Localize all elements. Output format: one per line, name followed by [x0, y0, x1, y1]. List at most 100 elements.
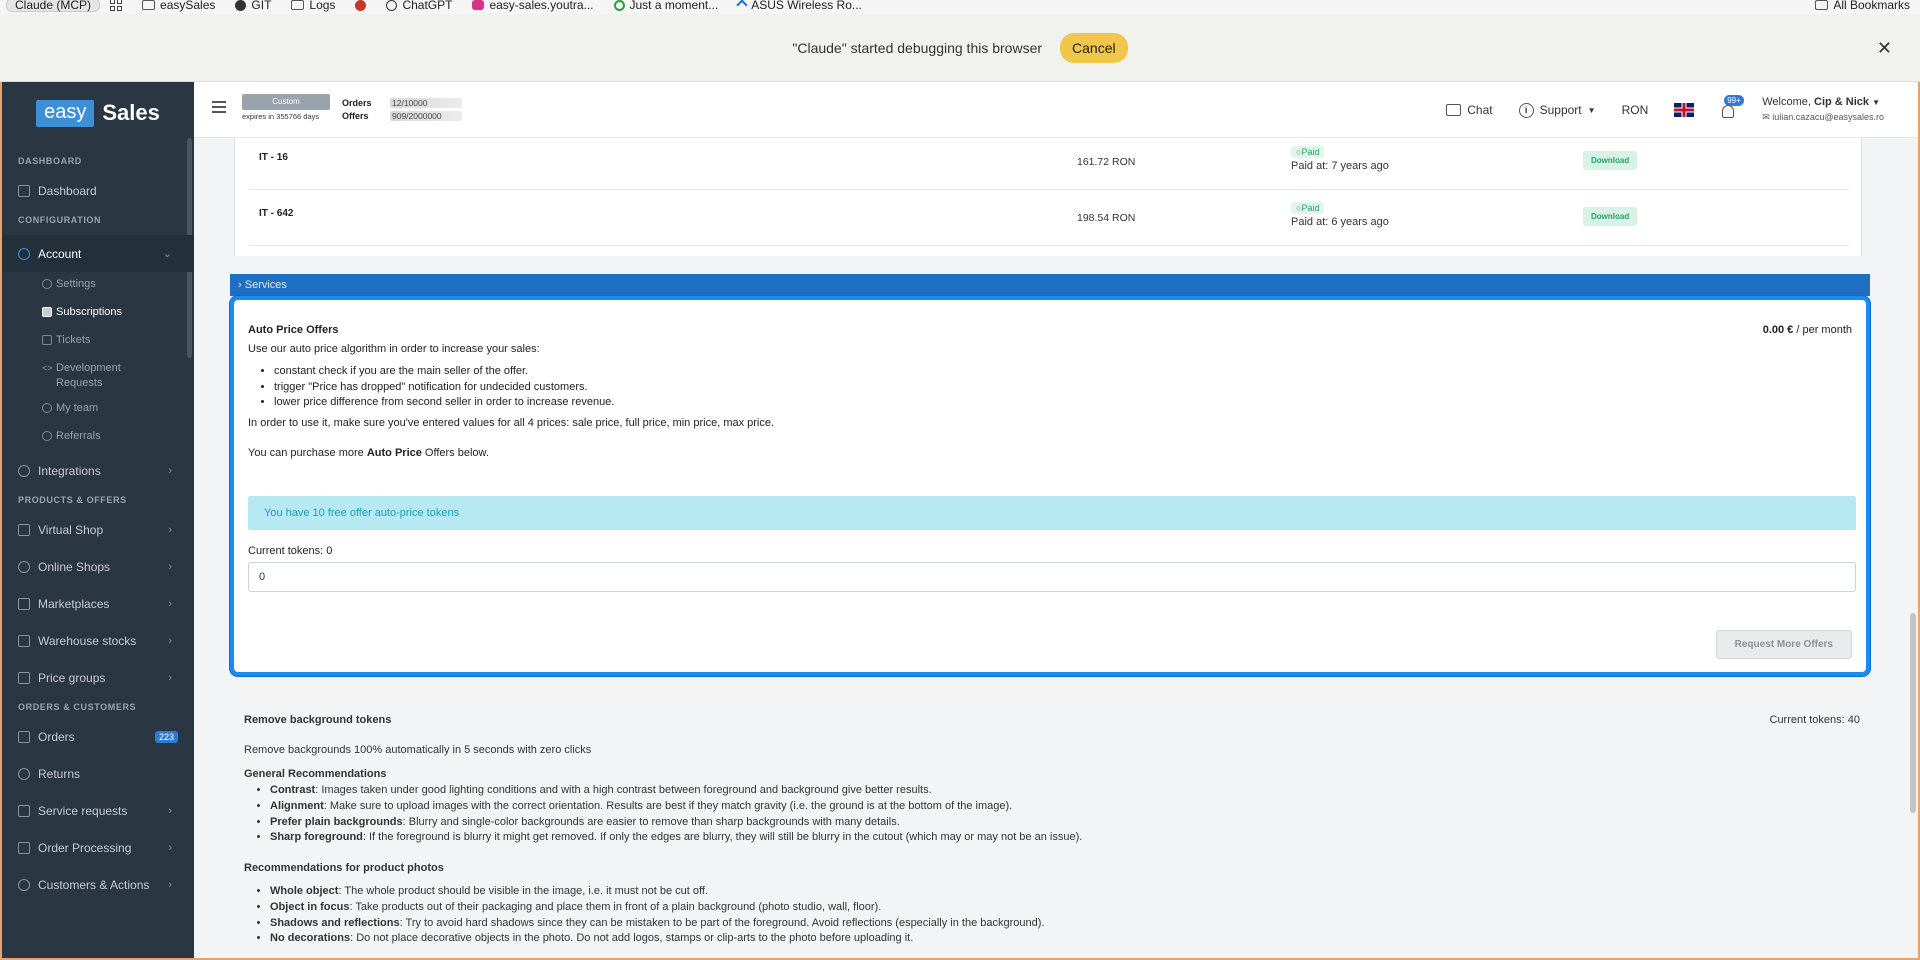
sidebar-sub-development-requests[interactable]: <> Development Requests: [2, 356, 194, 396]
user-menu[interactable]: Welcome, Cip & Nick ▼ ✉ iulian.cazacu@ea…: [1762, 95, 1884, 125]
invoice-amount: 161.72 RON: [1077, 156, 1136, 168]
bookmark-label: easy-sales.youtra...: [489, 0, 594, 12]
info-icon: i: [1518, 102, 1534, 118]
offers-quota-value: 909/2000000: [390, 110, 462, 121]
chevron-right-icon: ›: [168, 560, 172, 573]
sidebar-item-orders[interactable]: Orders 223: [2, 718, 194, 755]
sidebar-item-virtual-shop[interactable]: Virtual Shop ›: [2, 511, 194, 548]
list-item: trigger "Price has dropped" notification…: [274, 380, 614, 396]
sidebar-item-service-requests[interactable]: Service requests ›: [2, 792, 194, 829]
sidebar-sub-settings[interactable]: Settings: [2, 272, 194, 300]
sidebar-sub-label: Subscriptions: [56, 306, 123, 318]
download-button[interactable]: Download: [1583, 207, 1638, 226]
sidebar-item-account[interactable]: Account ⌄: [2, 235, 194, 272]
logo-sales: Sales: [102, 100, 160, 125]
free-tokens-alert: You have 10 free offer auto-price tokens: [248, 496, 1856, 530]
bookmark-asus[interactable]: ASUS Wireless Ro...: [728, 0, 872, 12]
bookmarks-bar: Claude (MCP) easySales GIT Logs ChatGPT …: [0, 0, 1920, 14]
sidebar-item-warehouse-stocks[interactable]: Warehouse stocks ›: [2, 622, 194, 659]
currency-selector[interactable]: RON: [1622, 103, 1649, 117]
bookmark-just-a-moment[interactable]: Just a moment...: [604, 0, 729, 12]
orders-count-badge: 223: [154, 730, 178, 743]
chat-button[interactable]: Chat: [1446, 103, 1493, 117]
apps-icon[interactable]: [100, 0, 132, 12]
bookmark-easysales[interactable]: easySales: [132, 0, 225, 12]
sidebar-sub-my-team[interactable]: My team: [2, 396, 194, 424]
uk-flag-icon: [1674, 103, 1695, 117]
bookmark-youtrack[interactable]: easy-sales.youtra...: [462, 0, 603, 12]
invoice-amount: 198.54 RON: [1077, 212, 1136, 224]
cancel-debugging-button[interactable]: Cancel: [1060, 32, 1128, 63]
return-icon: [18, 767, 30, 780]
sidebar-item-order-processing[interactable]: Order Processing ›: [2, 829, 194, 866]
sidebar-sub-tickets[interactable]: Tickets: [2, 328, 194, 356]
support-label: Support: [1539, 103, 1582, 117]
sidebar-sub-referrals[interactable]: Referrals: [2, 424, 194, 452]
infinity-icon: [42, 431, 52, 441]
chat-icon: [1446, 104, 1462, 116]
notifications-badge: 99+: [1724, 95, 1744, 106]
bookmark-chatgpt[interactable]: ChatGPT: [376, 0, 462, 12]
list-item: No decorations: Do not place decorative …: [270, 931, 1044, 947]
current-tokens-label: Current tokens: 0: [248, 545, 333, 557]
bookmark-app[interactable]: [345, 0, 376, 12]
app-icon: [355, 0, 367, 11]
logo[interactable]: easy Sales: [2, 82, 194, 138]
price-icon: [18, 671, 30, 684]
link-icon: [18, 464, 30, 477]
list-item: Contrast: Images taken under good lighti…: [270, 783, 1082, 799]
profile-label: Claude (MCP): [15, 0, 92, 12]
sidebar-sub-label: Settings: [56, 278, 96, 290]
user-email: iulian.cazacu@easysales.ro: [1772, 112, 1884, 122]
list-item: Alignment: Make sure to upload images wi…: [270, 799, 1082, 815]
globe-icon: [613, 0, 625, 11]
remove-background-section: Remove background tokens Current tokens:…: [244, 714, 1860, 944]
bookmark-git[interactable]: GIT: [225, 0, 281, 12]
status-badge: ○Paid: [1291, 202, 1325, 214]
sidebar-sub-subscriptions[interactable]: Subscriptions: [2, 300, 194, 328]
sidebar-item-returns[interactable]: Returns: [2, 755, 194, 792]
sidebar-item-marketplaces[interactable]: Marketplaces ›: [2, 585, 194, 622]
panel-intro: Use our auto price algorithm in order to…: [248, 343, 540, 355]
bookmark-logs[interactable]: Logs: [281, 0, 345, 12]
chevron-right-icon: ›: [168, 804, 172, 817]
all-bookmarks[interactable]: All Bookmarks: [1805, 0, 1920, 12]
services-accordion-header[interactable]: › Services: [230, 274, 1870, 296]
tokens-input[interactable]: [248, 562, 1856, 592]
sidebar-sub-label: Referrals: [56, 430, 101, 442]
dashboard-icon: [18, 184, 30, 197]
youtrack-icon: [472, 0, 485, 10]
sidebar-item-dashboard[interactable]: Dashboard: [2, 172, 194, 209]
sidebar-item-price-groups[interactable]: Price groups ›: [2, 659, 194, 696]
request-more-offers-button[interactable]: Request More Offers: [1715, 630, 1852, 659]
chat-label: Chat: [1467, 103, 1493, 117]
sidebar-item-label: Customers & Actions: [38, 877, 150, 892]
caret-down-icon: ▼: [1872, 98, 1880, 107]
sidebar-sub-label: Tickets: [56, 334, 91, 346]
general-recommendations-list: Contrast: Images taken under good lighti…: [270, 783, 1082, 846]
sidebar-item-online-shops[interactable]: Online Shops ›: [2, 548, 194, 585]
notifications-button[interactable]: 99+: [1720, 95, 1744, 118]
services-label: Services: [244, 279, 287, 291]
sidebar-item-label: Online Shops: [38, 559, 111, 574]
shop-icon: [18, 523, 30, 536]
support-dropdown[interactable]: i Support ▼: [1518, 102, 1596, 118]
invoice-id: IT - 642: [259, 208, 294, 219]
close-icon[interactable]: ✕: [1877, 38, 1892, 59]
page-scrollbar[interactable]: [1910, 613, 1916, 813]
bookmark-label: Logs: [309, 0, 336, 12]
sidebar-item-integrations[interactable]: Integrations ›: [2, 452, 194, 489]
sidebar-item-label: Price groups: [38, 670, 106, 685]
warehouse-icon: [18, 634, 30, 647]
bell-icon: [1722, 105, 1735, 118]
money-icon: [42, 307, 52, 317]
profile-chip[interactable]: Claude (MCP): [6, 0, 101, 12]
chevron-right-icon: ›: [168, 523, 172, 536]
language-selector[interactable]: [1674, 103, 1695, 117]
product-recommendations-heading: Recommendations for product photos: [244, 862, 444, 874]
sidebar-item-label: Dashboard: [38, 183, 97, 198]
sidebar-item-customers-actions[interactable]: Customers & Actions ›: [2, 866, 194, 903]
menu-icon[interactable]: [212, 101, 226, 113]
section-products: PRODUCTS & OFFERS: [18, 495, 127, 505]
download-button[interactable]: Download: [1583, 151, 1638, 170]
